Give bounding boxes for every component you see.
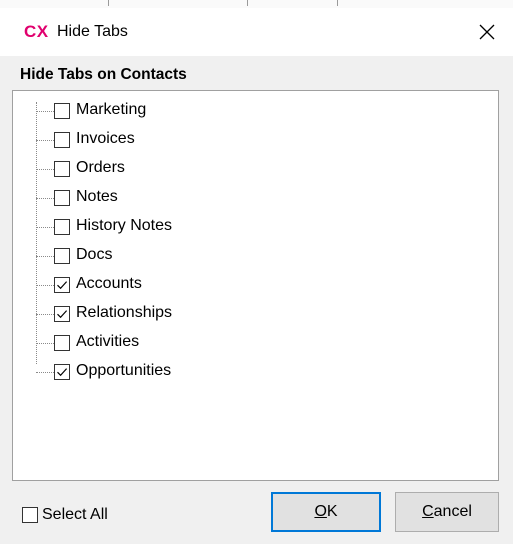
tabs-tree[interactable]: Marketing Invoices Orders Notes History Note…	[12, 90, 499, 481]
tree-connector	[36, 227, 54, 228]
tab-checkbox[interactable]	[54, 335, 70, 351]
tree-connector	[36, 140, 54, 141]
tab-label: Orders	[76, 159, 125, 176]
tree-connector	[36, 372, 54, 373]
tab-label: Notes	[76, 188, 118, 205]
tab-label: Activities	[76, 333, 140, 350]
tree-guide-line	[36, 102, 37, 364]
checkmark-icon	[57, 310, 68, 319]
tab-checkbox[interactable]	[54, 306, 70, 322]
tree-connector	[36, 111, 54, 112]
title-bar[interactable]: CX Hide Tabs	[0, 8, 513, 56]
tree-connector	[36, 169, 54, 170]
background-divider	[337, 0, 338, 6]
dialog-body: Hide Tabs on Contacts Marketing Invoices O…	[0, 56, 513, 544]
tree-connector	[36, 256, 54, 257]
tree-connector	[36, 314, 54, 315]
tab-checkbox[interactable]	[54, 248, 70, 264]
hide-tabs-dialog: CX Hide Tabs Hide Tabs on Contacts Marke…	[0, 8, 513, 544]
cancel-button-label: Cancel	[422, 503, 472, 520]
close-icon	[479, 24, 495, 40]
checkmark-icon	[57, 368, 68, 377]
tab-checkbox[interactable]	[54, 132, 70, 148]
tab-checkbox[interactable]	[54, 219, 70, 235]
tab-checkbox[interactable]	[54, 103, 70, 119]
close-button[interactable]	[468, 14, 506, 50]
tab-label: Relationships	[76, 304, 173, 321]
tree-connector	[36, 343, 54, 344]
checkmark-icon	[57, 281, 68, 290]
tab-label: Docs	[76, 246, 113, 263]
cancel-button[interactable]: Cancel	[395, 492, 499, 532]
tab-label: Accounts	[76, 275, 142, 292]
app-logo: CX	[24, 22, 49, 41]
background-strip	[0, 0, 513, 8]
tree-connector	[36, 198, 54, 199]
background-divider	[108, 0, 109, 6]
ok-button-label: OK	[314, 503, 338, 520]
window-title: Hide Tabs	[57, 23, 128, 40]
tab-checkbox[interactable]	[54, 277, 70, 293]
tab-checkbox[interactable]	[54, 190, 70, 206]
select-all-checkbox-box[interactable]	[22, 507, 38, 523]
select-all-label: Select All	[42, 506, 108, 523]
tab-checkbox[interactable]	[54, 364, 70, 380]
tab-checkbox[interactable]	[54, 161, 70, 177]
tab-label: Opportunities	[76, 362, 172, 379]
tab-label: Invoices	[76, 130, 135, 147]
ok-button[interactable]: OK	[271, 492, 381, 532]
tab-label: Marketing	[76, 101, 147, 118]
tree-connector	[36, 285, 54, 286]
background-divider	[247, 0, 248, 6]
group-heading: Hide Tabs on Contacts	[20, 66, 187, 83]
tab-label: History Notes	[76, 217, 173, 234]
